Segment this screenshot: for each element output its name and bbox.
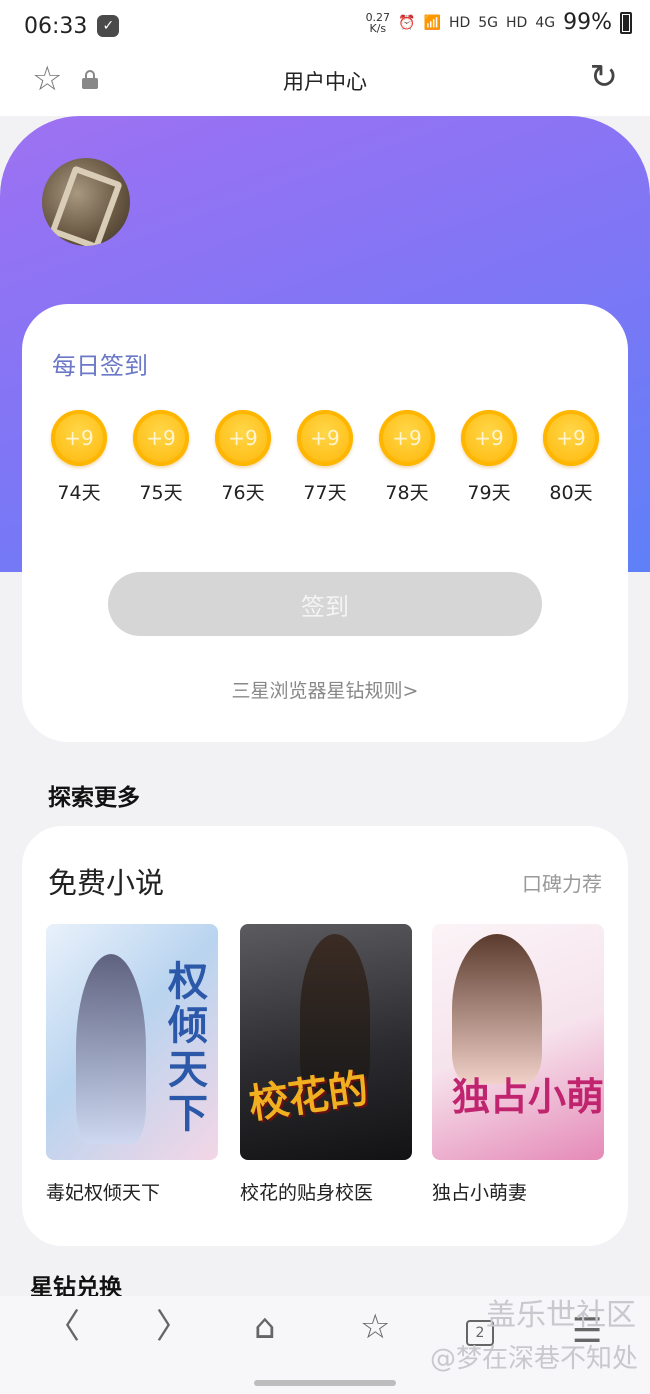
coin-icon: +9 [297, 410, 353, 466]
forward-icon[interactable]: 〉 [156, 1310, 190, 1344]
explore-more-title: 探索更多 [48, 785, 140, 811]
status-time: 06:33 [24, 13, 88, 39]
back-icon[interactable]: 〈 [46, 1310, 80, 1344]
checkin-title: 每日签到 [52, 352, 148, 380]
network-1-gen: 5G [478, 14, 499, 31]
checkin-day: +9 74天 [50, 410, 108, 505]
star-diamond-rules-link[interactable]: 三星浏览器星钻规则> [22, 676, 628, 703]
checkin-day-label: 76天 [221, 482, 265, 504]
status-indicators: 0.27 K/s ⏰ 📶 HD 5G HD 4G 99% [366, 10, 632, 35]
daily-checkin-card: 每日签到 +9 74天 +9 75天 +9 76天 +9 77天 +9 78天 … [22, 304, 628, 742]
free-novels-title: 免费小说 [48, 866, 165, 900]
coin-icon: +9 [133, 410, 189, 466]
page-title[interactable]: 用户中心 [0, 66, 650, 96]
checkin-day-label: 74天 [57, 482, 101, 504]
checkin-day-label: 78天 [385, 482, 429, 504]
cover-title-art: 校花的 [245, 1064, 372, 1129]
cover-title-art: 独占小萌妻 [452, 1074, 604, 1119]
free-novels-subtitle[interactable]: 口碑力荐 [522, 868, 602, 897]
checkin-day: +9 77天 [296, 410, 354, 505]
network-speed: 0.27 K/s [366, 12, 391, 34]
checkin-day-label: 79天 [467, 482, 511, 504]
checkin-day: +9 75天 [132, 410, 190, 505]
avatar[interactable] [42, 158, 130, 246]
coin-icon: +9 [215, 410, 271, 466]
checkin-day-label: 80天 [549, 482, 593, 504]
checkin-day: +9 80天 [542, 410, 600, 505]
checkin-day: +9 79天 [460, 410, 518, 505]
battery-icon [620, 11, 632, 34]
checkin-days-row: +9 74天 +9 75天 +9 76天 +9 77天 +9 78天 +9 79… [50, 410, 602, 510]
network-2-gen: 4G [535, 14, 556, 31]
home-icon[interactable]: ⌂ [254, 1310, 276, 1344]
book-item[interactable]: 校花的 校花的贴身校医 [240, 924, 412, 1205]
bookmarks-icon[interactable]: ☆ [360, 1310, 390, 1344]
book-cover[interactable]: 独占小萌妻 [432, 924, 604, 1160]
status-bar: 06:33 ✓ 0.27 K/s ⏰ 📶 HD 5G HD 4G 99% [0, 0, 650, 52]
cover-illustration [452, 934, 542, 1084]
book-item[interactable]: 独占小萌妻 独占小萌妻 [432, 924, 604, 1205]
network-1-label: HD [448, 14, 471, 31]
cover-illustration [76, 954, 146, 1144]
coin-icon: +9 [461, 410, 517, 466]
book-cover[interactable]: 权倾天下 [46, 924, 218, 1160]
checkin-day-label: 77天 [303, 482, 347, 504]
coin-icon: +9 [51, 410, 107, 466]
network-speed-unit: K/s [369, 21, 387, 35]
home-indicator[interactable] [254, 1380, 396, 1386]
book-title[interactable]: 独占小萌妻 [432, 1178, 604, 1205]
network-2-label: HD [506, 14, 528, 31]
book-title[interactable]: 毒妃权倾天下 [46, 1178, 218, 1205]
alarm-icon: ⏰ [398, 14, 416, 31]
browser-top-bar: ☆ 用户中心 ↻ [0, 52, 650, 116]
book-title[interactable]: 校花的贴身校医 [240, 1178, 412, 1205]
watermark-line-2: @梦在深巷不知处 [429, 1344, 638, 1374]
battery-percent: 99% [563, 10, 612, 35]
checkin-day: +9 76天 [214, 410, 272, 505]
checkin-day-label: 75天 [139, 482, 183, 504]
coin-icon: +9 [543, 410, 599, 466]
coin-icon: +9 [379, 410, 435, 466]
signin-button[interactable]: 签到 [108, 572, 542, 636]
book-cover[interactable]: 校花的 [240, 924, 412, 1160]
book-item[interactable]: 权倾天下 毒妃权倾天下 [46, 924, 218, 1205]
checkin-day: +9 78天 [378, 410, 436, 505]
app-notification-icon: ✓ [97, 15, 120, 37]
cover-title-art: 权倾天下 [168, 958, 208, 1137]
wifi-icon: 📶 [423, 14, 441, 31]
reload-icon[interactable]: ↻ [590, 60, 619, 94]
watermark-line-1: 盖乐世社区 [486, 1298, 636, 1333]
free-novels-card: 免费小说 口碑力荐 权倾天下 毒妃权倾天下 校花的 校花的贴身校医 独占小萌妻 … [22, 826, 628, 1246]
